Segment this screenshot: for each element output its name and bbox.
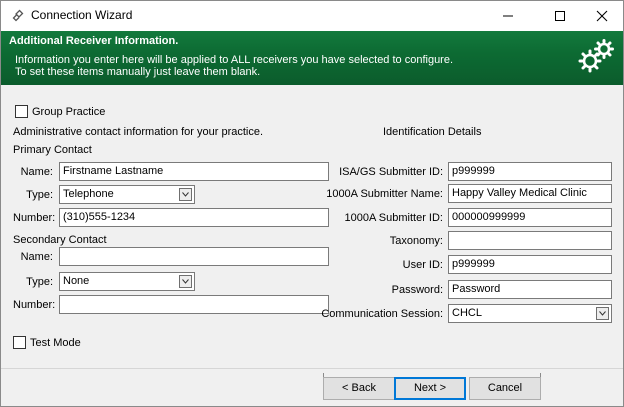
- user-id-label: User ID:: [402, 259, 443, 271]
- cancel-button[interactable]: Cancel: [469, 377, 541, 400]
- identification-heading: Identification Details: [383, 126, 482, 138]
- user-id-input[interactable]: p999999: [448, 255, 612, 274]
- isa-submitter-id-label: ISA/GS Submitter ID:: [339, 166, 443, 178]
- primary-type-select[interactable]: Telephone: [59, 185, 195, 204]
- password-input[interactable]: Password: [448, 280, 612, 299]
- gears-icon: [577, 37, 617, 80]
- primary-number-label: Number:: [13, 212, 56, 224]
- chevron-down-icon[interactable]: [179, 275, 192, 288]
- group-practice-label: Group Practice: [32, 105, 106, 118]
- next-button[interactable]: Next >: [394, 377, 466, 400]
- submitter-id-1000a-label: 1000A Submitter ID:: [344, 212, 443, 224]
- secondary-type-label: Type:: [26, 276, 53, 288]
- connection-wizard-window: Connection Wizard Additional Receiver In…: [0, 0, 624, 407]
- primary-type-value: Telephone: [63, 188, 114, 200]
- password-label: Password:: [391, 284, 443, 296]
- submitter-name-1000a-input[interactable]: Happy Valley Medical Clinic: [448, 184, 612, 203]
- group-practice-checkbox[interactable]: Group Practice: [15, 105, 105, 118]
- primary-type-label: Type:: [26, 189, 53, 201]
- wizard-header: Additional Receiver Information. Informa…: [1, 31, 623, 85]
- link-icon: [10, 8, 26, 24]
- close-button[interactable]: [579, 1, 624, 31]
- header-description-line2: To set these items manually just leave t…: [15, 66, 261, 78]
- chevron-down-icon[interactable]: [596, 307, 609, 320]
- primary-number-input[interactable]: (310)555-1234: [59, 208, 329, 227]
- secondary-name-input[interactable]: [59, 247, 329, 266]
- secondary-type-value: None: [63, 275, 90, 287]
- secondary-number-label: Number:: [13, 299, 56, 311]
- communication-session-value: CHCL: [452, 307, 482, 319]
- communication-session-select[interactable]: CHCL: [448, 304, 612, 323]
- test-mode-check-box[interactable]: [13, 336, 26, 349]
- maximize-button[interactable]: [537, 1, 583, 31]
- primary-name-input[interactable]: Firstname Lastname: [59, 162, 329, 181]
- window-title: Connection Wizard: [31, 8, 133, 22]
- test-mode-checkbox[interactable]: Test Mode: [13, 336, 81, 349]
- primary-contact-heading: Primary Contact: [13, 144, 92, 156]
- header-title: Additional Receiver Information.: [9, 35, 179, 47]
- group-practice-check-box[interactable]: [15, 105, 28, 118]
- communication-session-label: Communication Session:: [321, 308, 443, 320]
- admin-note: Administrative contact information for y…: [13, 126, 264, 138]
- isa-submitter-id-input[interactable]: p999999: [448, 162, 612, 181]
- secondary-contact-heading: Secondary Contact: [13, 234, 107, 246]
- secondary-type-select[interactable]: None: [59, 272, 195, 291]
- submitter-id-1000a-input[interactable]: 000000999999: [448, 208, 612, 227]
- submitter-name-1000a-label: 1000A Submitter Name:: [326, 188, 443, 200]
- taxonomy-label: Taxonomy:: [389, 235, 443, 247]
- taxonomy-input[interactable]: [448, 231, 612, 250]
- primary-name-label: Name:: [20, 166, 53, 178]
- title-bar: Connection Wizard: [1, 1, 623, 31]
- test-mode-label: Test Mode: [30, 336, 81, 349]
- chevron-down-icon[interactable]: [179, 188, 192, 201]
- header-description-line1: Information you enter here will be appli…: [15, 54, 454, 66]
- secondary-name-label: Name:: [20, 251, 53, 263]
- minimize-button[interactable]: [485, 1, 531, 31]
- back-button[interactable]: < Back: [323, 377, 395, 400]
- secondary-number-input[interactable]: [59, 295, 329, 314]
